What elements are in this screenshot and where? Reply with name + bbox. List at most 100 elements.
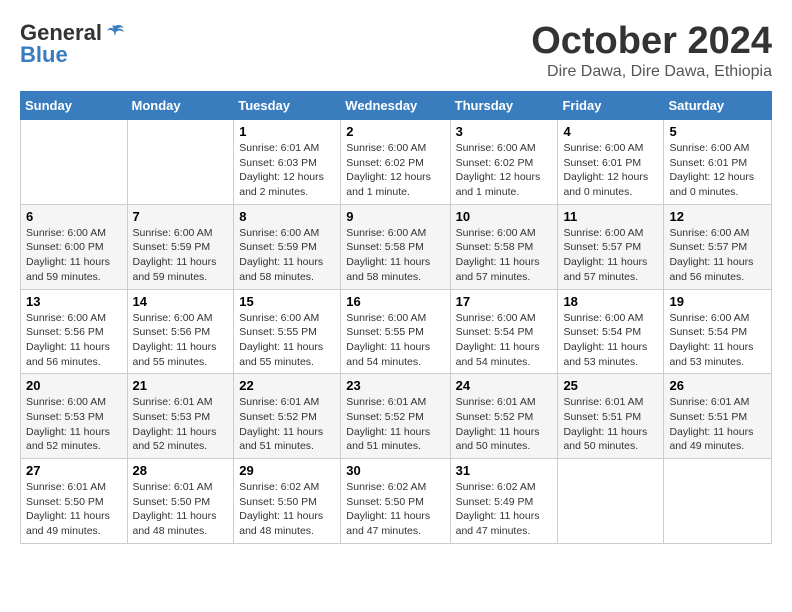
day-number: 17 [456, 294, 553, 309]
day-number: 12 [669, 209, 766, 224]
day-info: Sunrise: 6:00 AMSunset: 5:58 PMDaylight:… [346, 226, 444, 285]
calendar-cell: 7 Sunrise: 6:00 AMSunset: 5:59 PMDaylight… [127, 204, 234, 289]
calendar-week-row: 20 Sunrise: 6:00 AMSunset: 5:53 PMDayligh… [21, 374, 772, 459]
day-number: 1 [239, 124, 335, 139]
calendar-cell: 10Sunrise: 6:00 AMSunset: 5:58 PMDayligh… [450, 204, 558, 289]
day-info: Sunrise: 6:00 AMSunset: 5:54 PMDaylight:… [669, 311, 766, 370]
day-number: 25 [563, 378, 658, 393]
calendar-cell: 8Sunrise: 6:00 AMSunset: 5:59 PMDaylight… [234, 204, 341, 289]
day-number: 23 [346, 378, 444, 393]
day-number: 27 [26, 463, 122, 478]
day-number: 22 [239, 378, 335, 393]
calendar-cell: 12Sunrise: 6:00 AMSunset: 5:57 PMDayligh… [664, 204, 772, 289]
day-info: Sunrise: 6:01 AMSunset: 5:52 PMDaylight:… [456, 395, 553, 454]
calendar-cell: 19 Sunrise: 6:00 AMSunset: 5:54 PMDayligh… [664, 289, 772, 374]
day-info: Sunrise: 6:00 AMSunset: 6:02 PMDaylight:… [346, 141, 444, 200]
calendar-week-row: 13 Sunrise: 6:00 AMSunset: 5:56 PMDayligh… [21, 289, 772, 374]
day-info: Sunrise: 6:00 AMSunset: 6:01 PMDaylight:… [563, 141, 658, 200]
day-number: 18 [563, 294, 658, 309]
calendar-table: SundayMondayTuesdayWednesdayThursdayFrid… [20, 91, 772, 544]
day-info: Sunrise: 6:01 AMSunset: 5:51 PMDaylight:… [669, 395, 766, 454]
day-info: Sunrise: 6:01 AMSunset: 5:51 PMDaylight:… [563, 395, 658, 454]
day-info: Sunrise: 6:00 AMSunset: 6:01 PMDaylight:… [669, 141, 766, 200]
calendar-cell: 29 Sunrise: 6:02 AMSunset: 5:50 PMDayligh… [234, 459, 341, 544]
day-info: Sunrise: 6:00 AMSunset: 6:00 PMDaylight:… [26, 226, 122, 285]
day-info: Sunrise: 6:02 AMSunset: 5:50 PMDaylight:… [239, 480, 335, 539]
calendar-cell: 1 Sunrise: 6:01 AMSunset: 6:03 PMDaylight… [234, 120, 341, 205]
day-number: 11 [563, 209, 658, 224]
day-info: Sunrise: 6:00 AMSunset: 5:53 PMDaylight:… [26, 395, 122, 454]
day-number: 20 [26, 378, 122, 393]
calendar-cell: 6 Sunrise: 6:00 AMSunset: 6:00 PMDaylight… [21, 204, 128, 289]
day-number: 24 [456, 378, 553, 393]
day-info: Sunrise: 6:01 AMSunset: 5:53 PMDaylight:… [133, 395, 229, 454]
logo: General Blue [20, 20, 126, 68]
day-info: Sunrise: 6:00 AMSunset: 5:54 PMDaylight:… [563, 311, 658, 370]
day-number: 7 [133, 209, 229, 224]
calendar-cell: 4 Sunrise: 6:00 AMSunset: 6:01 PMDaylight… [558, 120, 664, 205]
day-info: Sunrise: 6:00 AMSunset: 5:58 PMDaylight:… [456, 226, 553, 285]
calendar-cell: 23 Sunrise: 6:01 AMSunset: 5:52 PMDayligh… [341, 374, 450, 459]
header-friday: Friday [558, 92, 664, 120]
day-number: 3 [456, 124, 553, 139]
header-saturday: Saturday [664, 92, 772, 120]
day-info: Sunrise: 6:00 AMSunset: 5:56 PMDaylight:… [133, 311, 229, 370]
day-info: Sunrise: 6:01 AMSunset: 5:50 PMDaylight:… [133, 480, 229, 539]
day-info: Sunrise: 6:00 AMSunset: 5:55 PMDaylight:… [239, 311, 335, 370]
day-info: Sunrise: 6:00 AMSunset: 5:59 PMDaylight:… [239, 226, 335, 285]
day-number: 4 [563, 124, 658, 139]
day-info: Sunrise: 6:00 AMSunset: 5:59 PMDaylight:… [133, 226, 229, 285]
calendar-cell: 5Sunrise: 6:00 AMSunset: 6:01 PMDaylight… [664, 120, 772, 205]
day-number: 16 [346, 294, 444, 309]
calendar-cell: 26 Sunrise: 6:01 AMSunset: 5:51 PMDayligh… [664, 374, 772, 459]
month-title: October 2024 [531, 20, 772, 63]
day-number: 9 [346, 209, 444, 224]
day-number: 2 [346, 124, 444, 139]
day-info: Sunrise: 6:00 AMSunset: 5:56 PMDaylight:… [26, 311, 122, 370]
calendar-cell: 15 Sunrise: 6:00 AMSunset: 5:55 PMDayligh… [234, 289, 341, 374]
calendar-cell: 21 Sunrise: 6:01 AMSunset: 5:53 PMDayligh… [127, 374, 234, 459]
header-sunday: Sunday [21, 92, 128, 120]
day-number: 26 [669, 378, 766, 393]
calendar-week-row: 27 Sunrise: 6:01 AMSunset: 5:50 PMDayligh… [21, 459, 772, 544]
day-number: 19 [669, 294, 766, 309]
day-info: Sunrise: 6:00 AMSunset: 5:55 PMDaylight:… [346, 311, 444, 370]
calendar-cell: 30 Sunrise: 6:02 AMSunset: 5:50 PMDayligh… [341, 459, 450, 544]
day-info: Sunrise: 6:01 AMSunset: 5:52 PMDaylight:… [239, 395, 335, 454]
calendar-cell: 24 Sunrise: 6:01 AMSunset: 5:52 PMDayligh… [450, 374, 558, 459]
day-number: 15 [239, 294, 335, 309]
calendar-cell: 31 Sunrise: 6:02 AMSunset: 5:49 PMDayligh… [450, 459, 558, 544]
day-info: Sunrise: 6:02 AMSunset: 5:49 PMDaylight:… [456, 480, 553, 539]
page-header: General Blue October 2024 Dire Dawa, Dir… [20, 20, 772, 81]
logo-bird-icon [104, 22, 126, 44]
day-number: 31 [456, 463, 553, 478]
calendar-header-row: SundayMondayTuesdayWednesdayThursdayFrid… [21, 92, 772, 120]
day-number: 30 [346, 463, 444, 478]
calendar-cell [21, 120, 128, 205]
calendar-cell: 16 Sunrise: 6:00 AMSunset: 5:55 PMDayligh… [341, 289, 450, 374]
calendar-cell: 2 Sunrise: 6:00 AMSunset: 6:02 PMDaylight… [341, 120, 450, 205]
day-number: 13 [26, 294, 122, 309]
day-number: 21 [133, 378, 229, 393]
header-monday: Monday [127, 92, 234, 120]
day-number: 6 [26, 209, 122, 224]
day-number: 29 [239, 463, 335, 478]
logo-blue-text: Blue [20, 42, 68, 68]
day-info: Sunrise: 6:01 AMSunset: 6:03 PMDaylight:… [239, 141, 335, 200]
calendar-cell: 18 Sunrise: 6:00 AMSunset: 5:54 PMDayligh… [558, 289, 664, 374]
day-number: 28 [133, 463, 229, 478]
day-info: Sunrise: 6:00 AMSunset: 5:57 PMDaylight:… [563, 226, 658, 285]
day-info: Sunrise: 6:02 AMSunset: 5:50 PMDaylight:… [346, 480, 444, 539]
calendar-cell: 28 Sunrise: 6:01 AMSunset: 5:50 PMDayligh… [127, 459, 234, 544]
calendar-cell: 9 Sunrise: 6:00 AMSunset: 5:58 PMDaylight… [341, 204, 450, 289]
day-info: Sunrise: 6:00 AMSunset: 5:54 PMDaylight:… [456, 311, 553, 370]
location-title: Dire Dawa, Dire Dawa, Ethiopia [531, 63, 772, 81]
day-info: Sunrise: 6:01 AMSunset: 5:52 PMDaylight:… [346, 395, 444, 454]
header-thursday: Thursday [450, 92, 558, 120]
calendar-cell: 13 Sunrise: 6:00 AMSunset: 5:56 PMDayligh… [21, 289, 128, 374]
header-wednesday: Wednesday [341, 92, 450, 120]
calendar-cell [127, 120, 234, 205]
calendar-week-row: 6 Sunrise: 6:00 AMSunset: 6:00 PMDaylight… [21, 204, 772, 289]
calendar-cell: 20 Sunrise: 6:00 AMSunset: 5:53 PMDayligh… [21, 374, 128, 459]
calendar-cell: 22 Sunrise: 6:01 AMSunset: 5:52 PMDayligh… [234, 374, 341, 459]
